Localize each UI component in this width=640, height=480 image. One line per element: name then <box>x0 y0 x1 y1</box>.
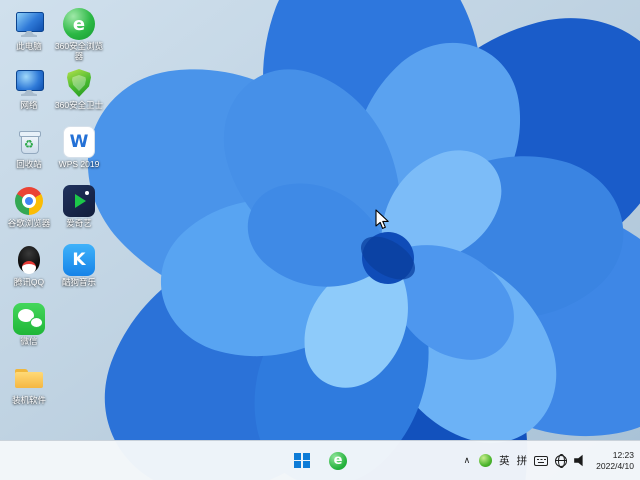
desktop-icon-label: 谷歌浏览器 <box>7 218 51 228</box>
browser-360-icon: e <box>63 8 95 40</box>
desktop-icon-chrome[interactable]: 谷歌浏览器 <box>4 185 54 244</box>
network-icon <box>13 67 45 99</box>
taskbar-360-browser-button[interactable]: e <box>323 445 353 477</box>
kugou-icon: K <box>63 244 95 276</box>
desktop-icon-label: 微信 <box>20 336 38 346</box>
360-browser-icon: e <box>329 451 347 470</box>
guard-360-icon <box>63 67 95 99</box>
network-icon[interactable] <box>554 454 568 469</box>
icon-column-col1: 此电脑网络 ♻ 回收站谷歌浏览器腾讯QQ 微信装机软件 <box>4 8 54 421</box>
taskbar-clock[interactable]: 12:23 2022/4/10 <box>596 450 634 471</box>
desktop[interactable]: 此电脑网络 ♻ 回收站谷歌浏览器腾讯QQ 微信装机软件 e 360安全浏览器 360安全卫士… <box>0 0 640 480</box>
desktop-icon-label: 此电脑 <box>16 41 42 51</box>
start-button[interactable] <box>287 445 317 477</box>
desktop-icon-label: 360安全浏览器 <box>54 41 104 61</box>
desktop-icon-label: 酷狗音乐 <box>61 277 96 287</box>
desktop-icon-label: 腾讯QQ <box>13 277 45 287</box>
desktop-icon-label: 网络 <box>20 100 38 110</box>
taskbar: e ∧ 英 拼 12:23 2022/4/10 <box>0 440 640 480</box>
wps-icon: W <box>63 126 95 158</box>
desktop-icon-label: WPS 2019 <box>58 159 100 169</box>
hidden-icons-chevron-icon[interactable]: ∧ <box>462 455 473 466</box>
clock-date: 2022/4/10 <box>596 460 634 471</box>
desktop-icon-recycle-bin[interactable]: ♻ 回收站 <box>4 126 54 185</box>
desktop-icon-label: 爱奇艺 <box>66 218 92 228</box>
ime-language-indicator[interactable]: 英 <box>499 453 510 468</box>
iqiyi-icon <box>63 185 95 217</box>
recycle-bin-icon: ♻ <box>13 126 45 158</box>
desktop-icon-iqiyi[interactable]: 爱奇艺 <box>54 185 104 244</box>
icon-column-col2: e 360安全浏览器 360安全卫士 W WPS 2019 爱奇艺 K 酷狗音乐 <box>54 8 104 303</box>
browser-360-glyph: e <box>72 13 86 35</box>
desktop-icon-kugou[interactable]: K 酷狗音乐 <box>54 244 104 303</box>
desktop-icon-qq[interactable]: 腾讯QQ <box>4 244 54 303</box>
desktop-icon-label: 回收站 <box>16 159 42 169</box>
desktop-icon-label: 装机软件 <box>11 395 46 405</box>
qq-icon <box>13 244 45 276</box>
desktop-icon-wps[interactable]: W WPS 2019 <box>54 126 104 185</box>
taskbar-center: e <box>287 441 353 480</box>
clock-time: 12:23 <box>612 450 634 460</box>
desktop-icon-label: 360安全卫士 <box>54 100 104 110</box>
software-folder-icon <box>13 362 45 394</box>
ime-pinyin-indicator[interactable]: 拼 <box>517 453 528 468</box>
desktop-icon-this-pc[interactable]: 此电脑 <box>4 8 54 67</box>
recycle-bin-glyph: ♻ <box>24 138 34 151</box>
desktop-icon-browser-360[interactable]: e 360安全浏览器 <box>54 8 104 67</box>
volume-icon[interactable] <box>574 454 583 467</box>
wechat-icon <box>13 303 45 335</box>
desktop-icons: 此电脑网络 ♻ 回收站谷歌浏览器腾讯QQ 微信装机软件 e 360安全浏览器 360安全卫士… <box>4 8 104 421</box>
browser-e-glyph: e <box>333 453 343 468</box>
touch-keyboard-icon[interactable] <box>534 455 549 466</box>
chrome-icon <box>13 185 45 217</box>
kugou-glyph: K <box>72 250 86 270</box>
desktop-icon-network[interactable]: 网络 <box>4 67 54 126</box>
desktop-icon-wechat[interactable]: 微信 <box>4 303 54 362</box>
desktop-icon-software-folder[interactable]: 装机软件 <box>4 362 54 421</box>
desktop-icon-guard-360[interactable]: 360安全卫士 <box>54 67 104 126</box>
windows-logo-icon <box>294 452 310 469</box>
wps-glyph: W <box>69 132 89 152</box>
system-tray: ∧ 英 拼 12:23 2022/4/10 <box>462 441 634 480</box>
tray-360-icon[interactable] <box>479 454 493 467</box>
this-pc-icon <box>13 8 45 40</box>
